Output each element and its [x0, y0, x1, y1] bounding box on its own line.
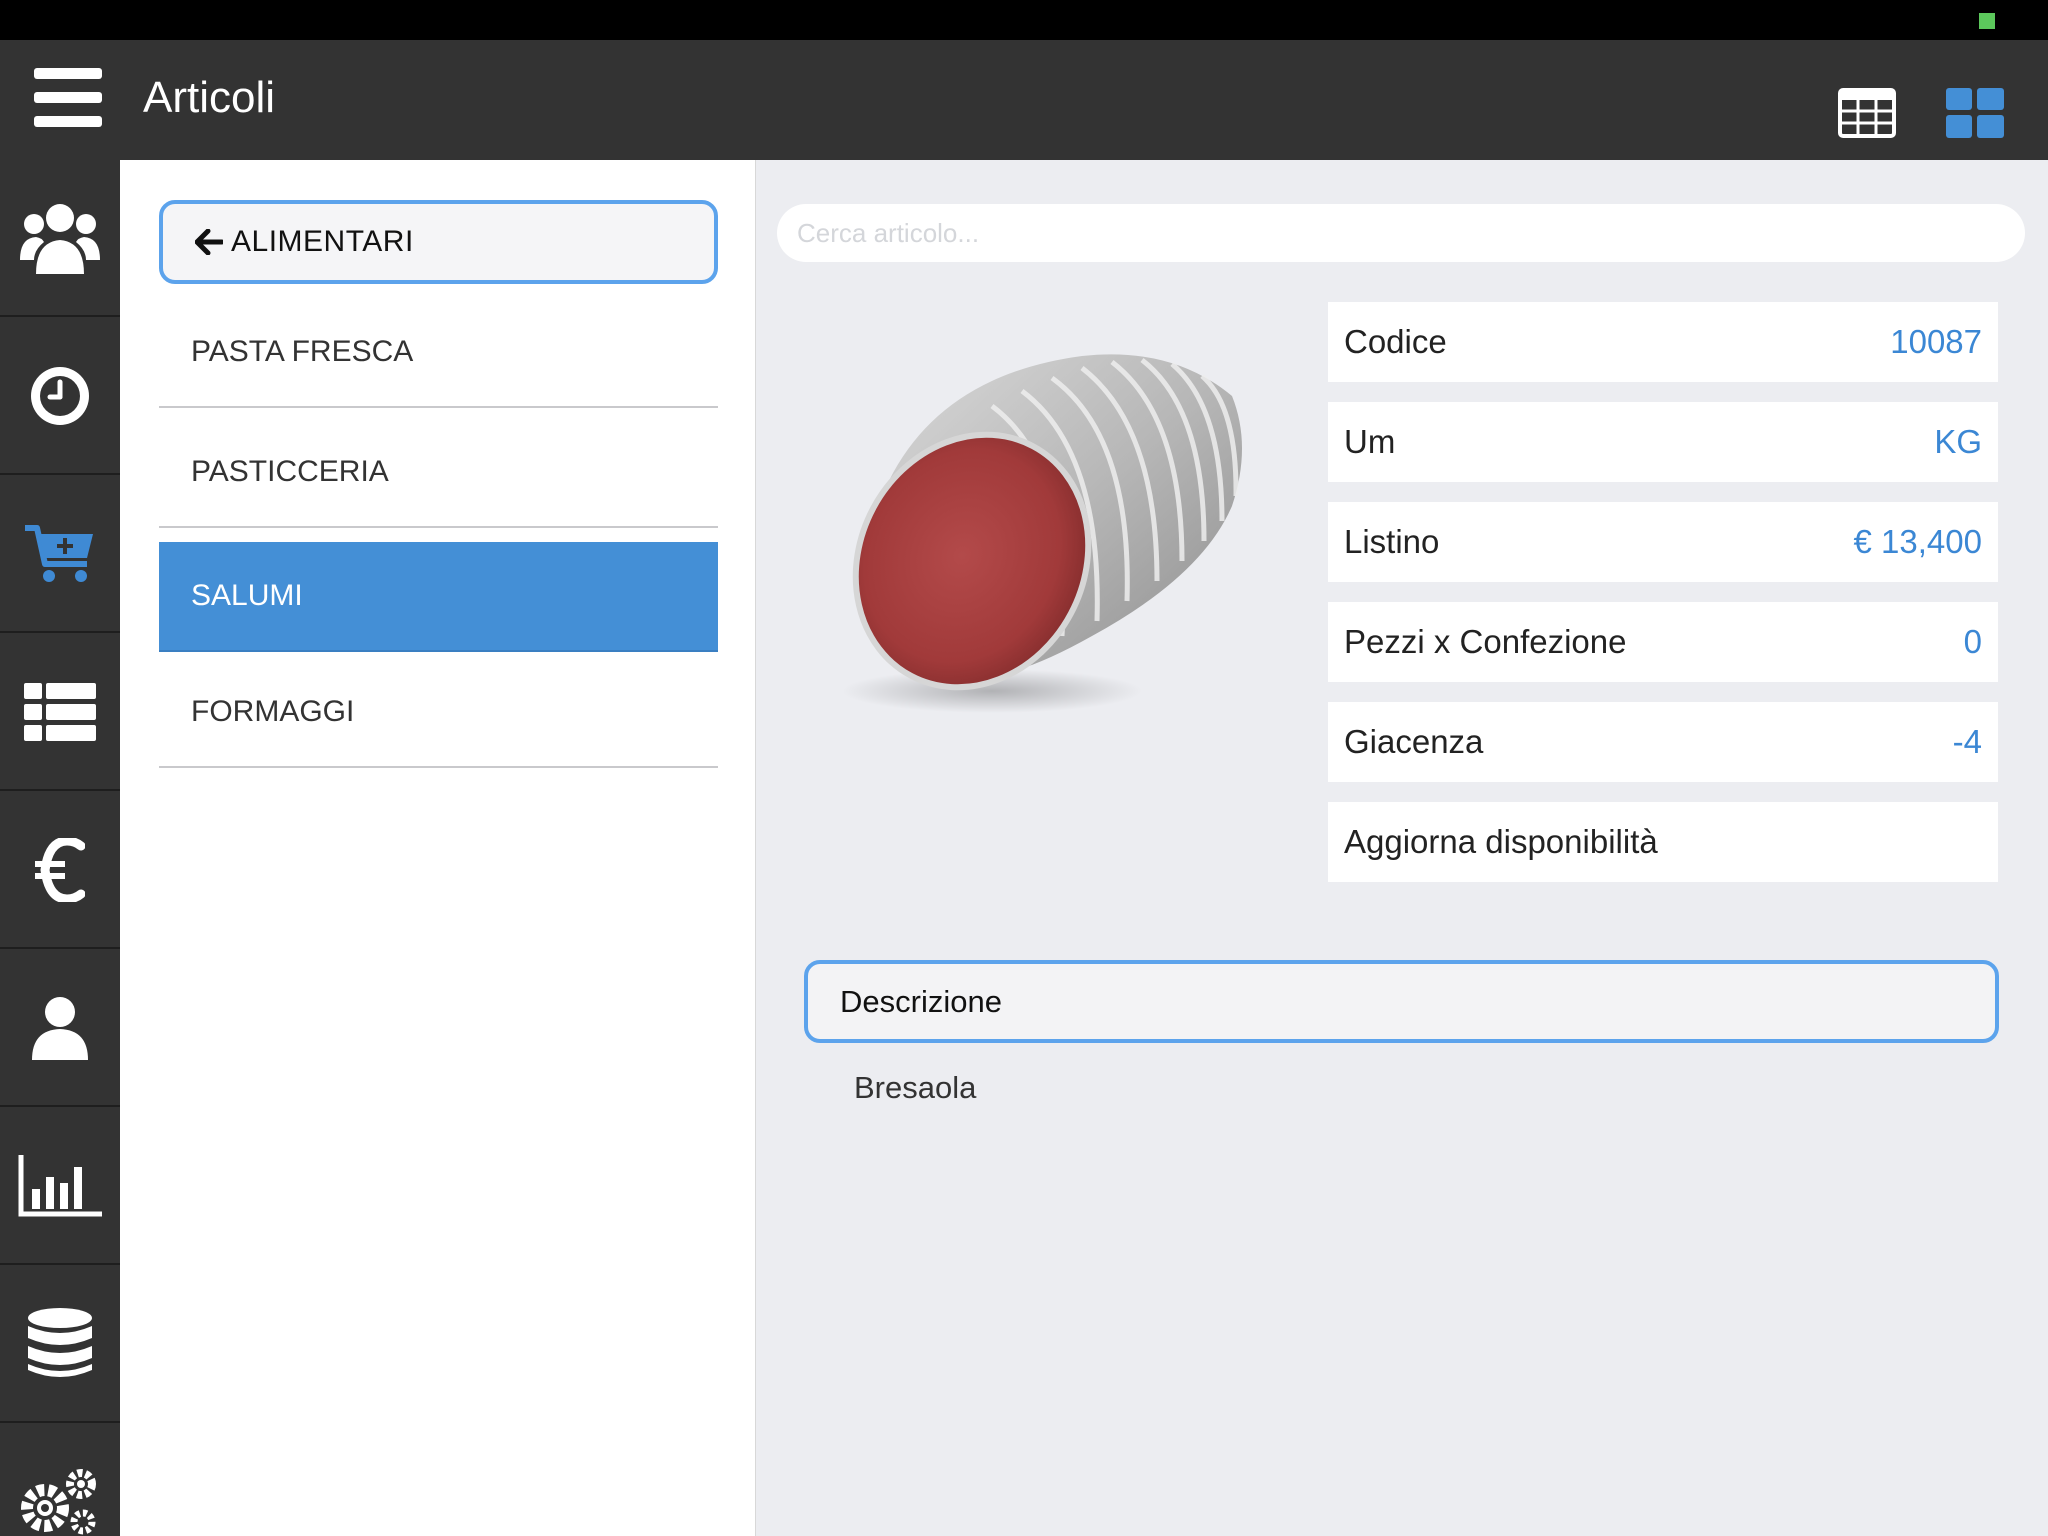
cart-add-icon: [25, 524, 93, 582]
euro-icon: [35, 837, 85, 902]
search-input[interactable]: [777, 204, 2025, 262]
database-icon: [28, 1307, 92, 1377]
gears-icon: [21, 1469, 96, 1535]
icon-sidebar: [0, 160, 120, 1536]
category-item-salumi[interactable]: SALUMI: [159, 542, 718, 652]
back-category-button[interactable]: ALIMENTARI: [159, 200, 718, 284]
battery-indicator-icon: [1979, 13, 1995, 29]
prop-value: 10087: [1890, 323, 1982, 360]
clock-icon: [31, 366, 89, 425]
sidebar-item-payments[interactable]: [0, 792, 120, 949]
user-icon: [32, 996, 88, 1060]
prop-value: -4: [1952, 723, 1982, 760]
table-view-icon[interactable]: [1838, 88, 1896, 138]
prop-value: KG: [1934, 423, 1982, 460]
users-icon: [20, 203, 100, 274]
prop-value: 0: [1963, 623, 1982, 660]
category-item-pasta-fresca[interactable]: PASTA FRESCA: [159, 298, 718, 408]
sidebar-item-articles[interactable]: [0, 634, 120, 791]
prop-row-codice[interactable]: Codice 10087: [1328, 302, 1998, 382]
category-label: PASTA FRESCA: [191, 335, 414, 368]
back-category-label: ALIMENTARI: [231, 225, 414, 258]
prop-row-giacenza[interactable]: Giacenza -4: [1328, 702, 1998, 782]
arrow-left-icon: [195, 229, 223, 255]
prop-label: Listino: [1344, 523, 1440, 560]
prop-label: Giacenza: [1344, 723, 1484, 760]
sidebar-item-profile[interactable]: [0, 950, 120, 1107]
sidebar-item-history[interactable]: [0, 318, 120, 475]
prop-row-um[interactable]: Um KG: [1328, 402, 1998, 482]
app-header: Articoli: [0, 40, 2048, 160]
page-title: Articoli: [143, 73, 276, 122]
list-icon: [24, 682, 96, 741]
update-availability-button[interactable]: Aggiorna disponibilità: [1328, 802, 1998, 882]
sidebar-item-statistics[interactable]: [0, 1108, 120, 1265]
sidebar-item-clients[interactable]: [0, 160, 120, 317]
category-item-formaggi[interactable]: FORMAGGI: [159, 658, 718, 768]
prop-value: € 13,400: [1853, 523, 1982, 560]
bar-chart-icon: [18, 1154, 102, 1216]
prop-label: Codice: [1344, 323, 1447, 360]
description-text: Bresaola: [854, 1070, 977, 1105]
sidebar-item-settings[interactable]: [0, 1424, 120, 1536]
category-label: SALUMI: [191, 579, 303, 612]
prop-label: Aggiorna disponibilità: [1344, 823, 1658, 860]
description-label: Descrizione: [840, 983, 1002, 1019]
category-label: PASTICCERIA: [191, 455, 389, 488]
status-bar: [0, 0, 2048, 40]
category-item-pasticceria[interactable]: PASTICCERIA: [159, 418, 718, 528]
sidebar-item-database[interactable]: [0, 1266, 120, 1423]
menu-icon[interactable]: [34, 68, 102, 127]
product-image: [812, 336, 1262, 726]
description-header[interactable]: Descrizione: [804, 960, 1999, 1043]
app-root: Articoli ALIMENTARI PASTA FRESCA PASTICC…: [0, 0, 2048, 1536]
category-panel: ALIMENTARI PASTA FRESCA PASTICCERIA SALU…: [120, 160, 756, 1536]
prop-row-pezzi-confezione[interactable]: Pezzi x Confezione 0: [1328, 602, 1998, 682]
tile-view-icon[interactable]: [1946, 88, 2004, 138]
sidebar-item-new-order[interactable]: [0, 476, 120, 633]
prop-label: Pezzi x Confezione: [1344, 623, 1627, 660]
category-label: FORMAGGI: [191, 695, 355, 728]
prop-label: Um: [1344, 423, 1396, 460]
prop-row-listino[interactable]: Listino € 13,400: [1328, 502, 1998, 582]
